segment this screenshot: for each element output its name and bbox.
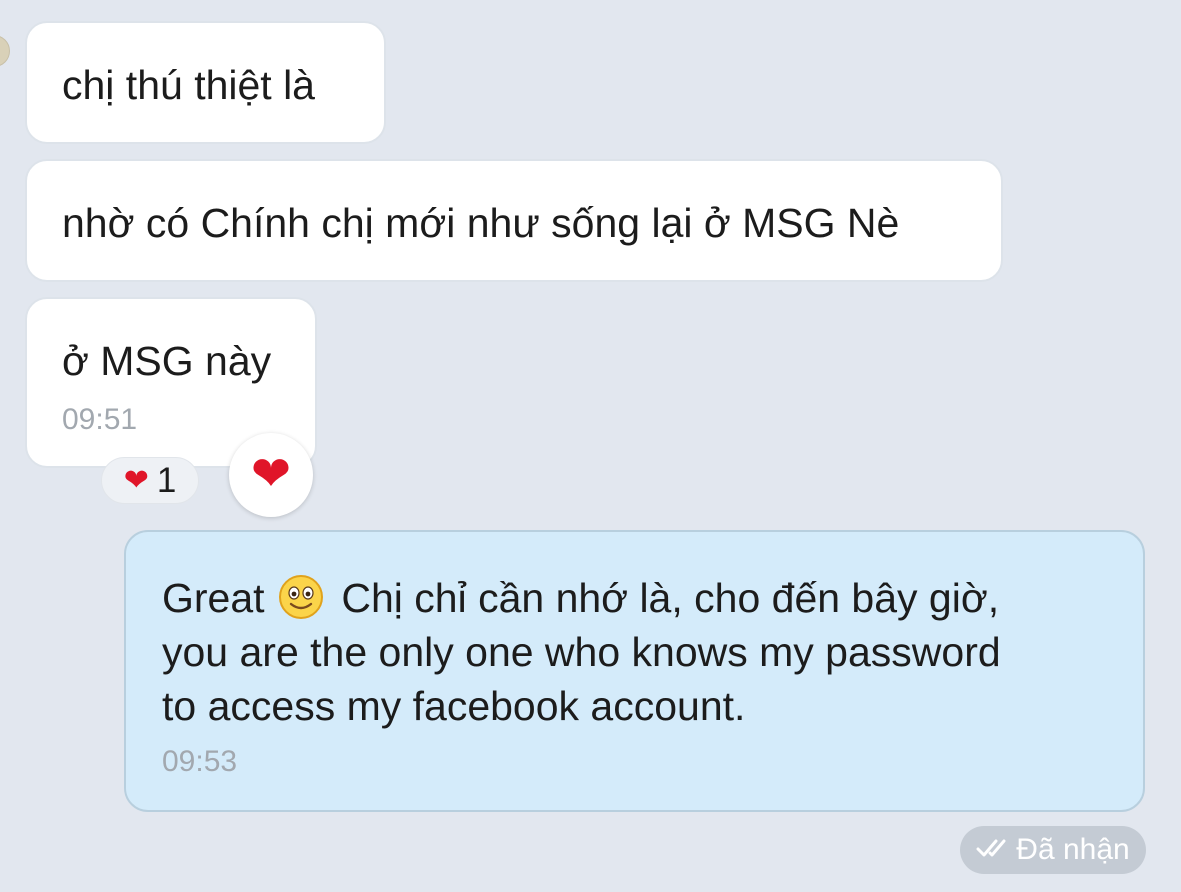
message-line: Great Chị chỉ cần nhớ là, cho đến bây gi…	[162, 571, 1143, 625]
message-text: ở MSG này	[62, 338, 272, 384]
react-heart-button[interactable]: ❤	[229, 433, 313, 517]
incoming-message-bubble[interactable]: chị thú thiệt là	[25, 21, 386, 144]
double-check-icon	[976, 835, 1010, 865]
message-text: nhờ có Chính chị mới như sống lại ở MSG …	[62, 200, 900, 246]
heart-icon: ❤	[123, 463, 149, 497]
message-text: chị thú thiệt là	[62, 62, 315, 108]
message-text: Chị chỉ cần nhớ là, cho đến bây giờ,	[341, 575, 1000, 621]
message-text: to access my facebook account.	[162, 683, 746, 729]
outgoing-message-bubble[interactable]: Great Chị chỉ cần nhớ là, cho đến bây gi…	[124, 530, 1145, 812]
smiling-face-icon	[277, 573, 325, 621]
message-text: you are the only one who knows my passwo…	[162, 629, 1001, 675]
message-timestamp: 09:51	[62, 403, 138, 436]
message-timestamp: 09:53	[162, 745, 238, 778]
sender-avatar[interactable]	[0, 35, 10, 67]
reaction-count-badge[interactable]: ❤ 1	[101, 457, 199, 504]
incoming-message-bubble[interactable]: nhờ có Chính chị mới như sống lại ở MSG …	[25, 159, 1003, 282]
message-text: Great	[162, 575, 265, 621]
delivery-status-label: Đã nhận	[1016, 833, 1130, 866]
heart-icon: ❤	[250, 448, 292, 501]
reaction-count: 1	[156, 461, 177, 500]
delivery-status-badge: Đã nhận	[960, 826, 1146, 874]
